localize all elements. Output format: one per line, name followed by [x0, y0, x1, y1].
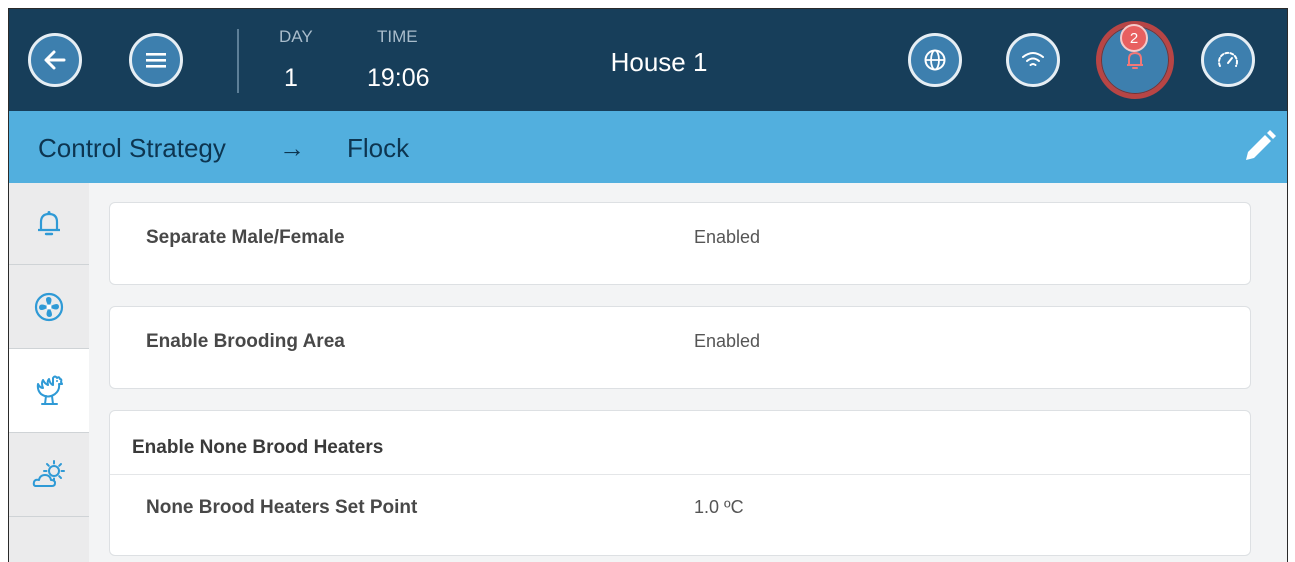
dashboard-button[interactable]: [1201, 33, 1255, 87]
alarm-count-badge: 2: [1120, 24, 1148, 52]
setting-value[interactable]: 1.0 ºC: [694, 497, 744, 518]
sidebar-item-weather[interactable]: [9, 433, 89, 517]
day-label: DAY: [279, 27, 313, 46]
gauge-icon: [1218, 51, 1238, 67]
language-button[interactable]: [908, 33, 962, 87]
setting-row-enable-brooding-area[interactable]: Enable Brooding Area Enabled: [109, 306, 1251, 389]
sidebar-item-ventilation[interactable]: [9, 265, 89, 349]
back-icon: [44, 50, 66, 70]
sidebar: [9, 183, 89, 562]
weather-icon: [32, 459, 65, 487]
time-label: TIME: [377, 27, 418, 46]
setting-row-separate-male-female[interactable]: Separate Male/Female Enabled: [109, 202, 1251, 285]
fan-icon: [34, 292, 64, 321]
setting-label: None Brood Heaters Set Point: [146, 497, 418, 518]
globe-icon: [924, 49, 946, 71]
setting-label: Enable Brooding Area: [146, 331, 345, 352]
bell-icon: [38, 210, 60, 235]
back-button[interactable]: [28, 33, 82, 87]
breadcrumb-separator: →: [279, 133, 305, 163]
pencil-icon: [1246, 130, 1276, 160]
group-divider: [110, 474, 1250, 475]
time-value: 19:06: [367, 64, 430, 92]
setting-value[interactable]: Enabled: [694, 227, 760, 248]
menu-icon: [146, 53, 166, 68]
setting-label: Separate Male/Female: [146, 227, 345, 248]
house-title: House 1: [610, 47, 708, 77]
breadcrumb-parent[interactable]: Control Strategy: [38, 133, 226, 164]
day-value: 1: [284, 64, 298, 92]
wifi-button[interactable]: [1006, 33, 1060, 87]
menu-button[interactable]: [129, 33, 183, 87]
edit-button[interactable]: [1241, 129, 1277, 170]
group-header: Enable None Brood Heaters: [132, 437, 384, 458]
rooster-icon: [36, 375, 63, 405]
setting-value[interactable]: Enabled: [694, 331, 760, 352]
setting-group-none-brood-heaters: Enable None Brood Heaters None Brood Hea…: [109, 410, 1251, 556]
sidebar-item-flock[interactable]: [9, 349, 89, 433]
sidebar-item-alarms[interactable]: [9, 183, 89, 265]
app-window: DAY 1 TIME 19:06 House 1 2 Control Strat…: [8, 8, 1288, 562]
breadcrumb-bar: Control Strategy → Flock: [9, 111, 1287, 183]
wifi-icon: [1022, 52, 1044, 66]
breadcrumb-current: Flock: [347, 133, 410, 163]
top-bar: DAY 1 TIME 19:06 House 1 2: [9, 9, 1287, 111]
topbar-divider: [237, 29, 239, 93]
